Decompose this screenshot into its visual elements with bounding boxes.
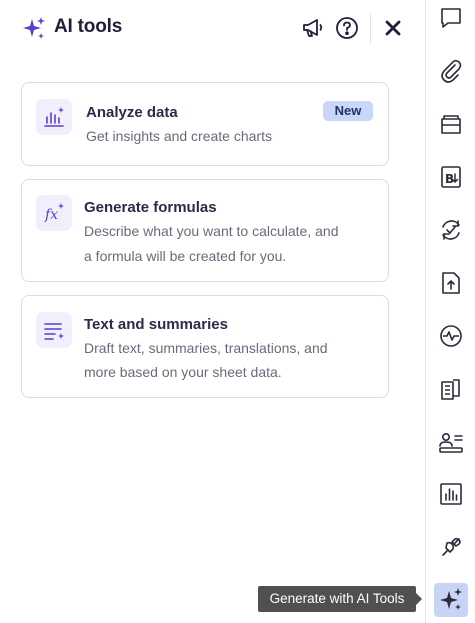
megaphone-icon[interactable] xyxy=(300,15,326,41)
header-divider xyxy=(370,14,371,44)
card-title: Generate formulas xyxy=(84,199,217,216)
ai-tools-icon[interactable] xyxy=(434,583,468,617)
close-icon[interactable] xyxy=(380,15,406,41)
tooltip-text: Generate with AI Tools xyxy=(269,591,405,606)
upload-file-icon[interactable] xyxy=(434,266,468,300)
attachments-icon[interactable] xyxy=(434,54,468,88)
wallet-icon[interactable] xyxy=(434,107,468,141)
panel-header: AI tools xyxy=(0,0,425,58)
card-title: Text and summaries xyxy=(84,316,228,333)
card-description-line-2: a formula will be created for you. xyxy=(84,248,287,264)
card-title: Analyze data xyxy=(86,104,178,121)
formula-icon: fx xyxy=(36,195,72,231)
analyze-data-card[interactable]: Analyze data New Get insights and create… xyxy=(21,82,389,166)
sparkles-icon xyxy=(21,16,47,42)
ai-tools-tooltip: Generate with AI Tools xyxy=(258,586,422,612)
reports-icon[interactable] xyxy=(434,372,468,406)
connector-icon[interactable] xyxy=(434,530,468,564)
right-icon-rail: B xyxy=(425,0,475,623)
card-description-line-1: Draft text, summaries, translations, and xyxy=(84,340,328,356)
comments-icon[interactable] xyxy=(434,1,468,35)
contacts-icon[interactable] xyxy=(434,425,468,459)
card-description-line-1: Describe what you want to calculate, and xyxy=(84,223,339,239)
generate-formulas-card[interactable]: fx Generate formulas Describe what you w… xyxy=(21,179,389,282)
brandfolder-icon[interactable]: B xyxy=(434,160,468,194)
card-description-line-2: more based on your sheet data. xyxy=(84,364,282,380)
ai-tools-panel: AI tools Analyze data New Get insights a… xyxy=(0,0,425,623)
text-sparkle-icon xyxy=(36,312,72,348)
card-description: Get insights and create charts xyxy=(86,128,272,144)
activity-icon[interactable] xyxy=(434,319,468,353)
refresh-check-icon[interactable] xyxy=(434,213,468,247)
new-badge: New xyxy=(323,101,373,121)
chart-sparkle-icon xyxy=(36,99,72,135)
bar-chart-icon[interactable] xyxy=(434,477,468,511)
tooltip-arrow xyxy=(416,593,422,605)
help-icon[interactable] xyxy=(334,15,360,41)
panel-title: AI tools xyxy=(54,16,123,37)
text-and-summaries-card[interactable]: Text and summaries Draft text, summaries… xyxy=(21,295,389,398)
svg-text:fx: fx xyxy=(44,207,58,223)
